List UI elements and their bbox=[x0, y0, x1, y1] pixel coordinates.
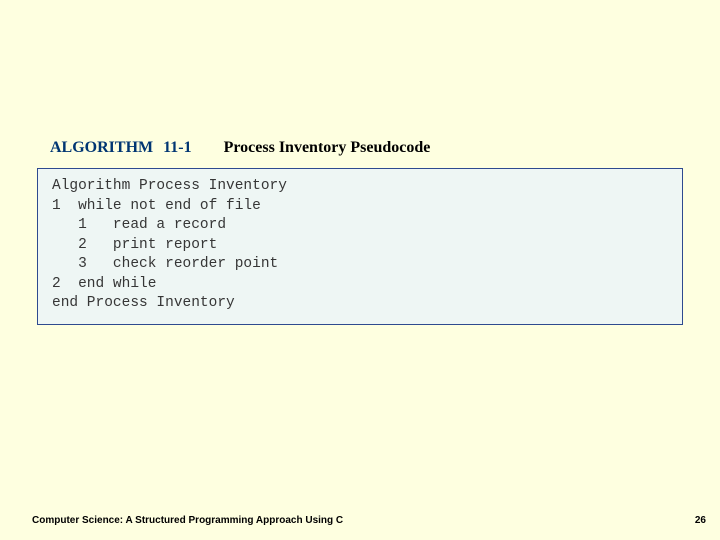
code-line: 2 print report bbox=[52, 237, 217, 253]
code-line: Algorithm Process Inventory bbox=[52, 178, 287, 194]
pseudocode-box: Algorithm Process Inventory 1 while not … bbox=[37, 168, 683, 325]
algorithm-label: ALGORITHM bbox=[50, 139, 153, 156]
footer-text: Computer Science: A Structured Programmi… bbox=[32, 515, 343, 526]
page-number: 26 bbox=[695, 515, 706, 526]
algorithm-title: Process Inventory Pseudocode bbox=[224, 139, 431, 156]
algorithm-number: 11-1 bbox=[163, 139, 191, 156]
code-line: 2 end while bbox=[52, 276, 156, 292]
code-line: 1 read a record bbox=[52, 217, 226, 233]
algorithm-heading: ALGORITHM 11-1 Process Inventory Pseudoc… bbox=[50, 139, 430, 157]
code-line: 3 check reorder point bbox=[52, 256, 278, 272]
pseudocode-text: Algorithm Process Inventory 1 while not … bbox=[52, 177, 668, 314]
code-line: 1 while not end of file bbox=[52, 198, 261, 214]
code-line: end Process Inventory bbox=[52, 295, 235, 311]
